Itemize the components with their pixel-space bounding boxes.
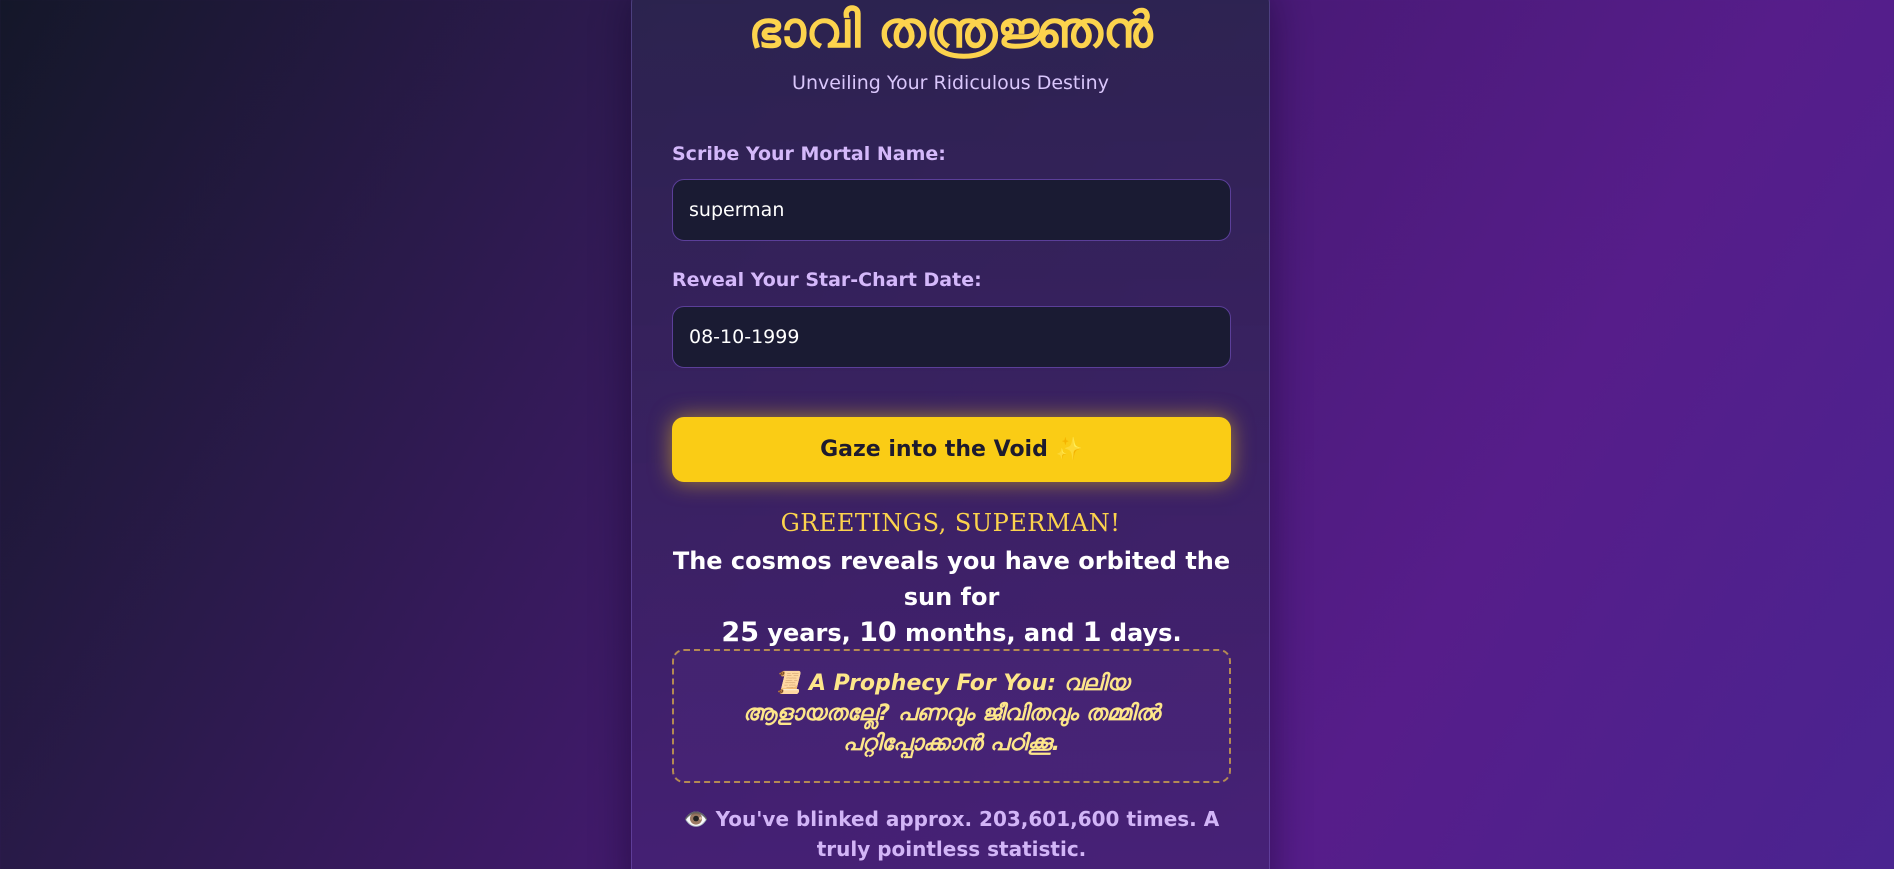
orbit-days-unit: days. <box>1109 619 1182 647</box>
eye-icon: 👁️ <box>683 807 709 831</box>
prophecy-label: A Prophecy For You: <box>808 671 1057 696</box>
name-input[interactable] <box>672 179 1231 241</box>
name-label: Scribe Your Mortal Name: <box>672 143 946 165</box>
orbit-summary: The cosmos reveals you have orbited the … <box>662 543 1241 651</box>
orbit-years: 25 <box>721 617 759 648</box>
orbit-days: 1 <box>1082 617 1102 648</box>
prophecy-box: 📜 A Prophecy For You: വലിയ ആളായതല്ലേ? പണ… <box>672 649 1231 783</box>
orbit-months-unit: months, and <box>905 619 1075 647</box>
gaze-button[interactable]: Gaze into the Void ✨ <box>672 417 1231 482</box>
fortune-card: ഭാവി തന്ത്രജ്ഞൻ Unveiling Your Ridiculou… <box>631 0 1270 869</box>
blink-statistic: 👁️ You've blinked approx. 203,601,600 ti… <box>672 804 1231 864</box>
page-subtitle: Unveiling Your Ridiculous Destiny <box>792 72 1109 94</box>
orbit-prefix: The cosmos reveals you have orbited the … <box>672 547 1231 611</box>
blink-text: You've blinked approx. 203,601,600 times… <box>715 807 1220 861</box>
orbit-months: 10 <box>859 617 897 648</box>
date-input[interactable] <box>672 306 1231 368</box>
greeting-text: GREETINGS, SUPERMAN! <box>780 509 1121 537</box>
date-label: Reveal Your Star-Chart Date: <box>672 269 982 291</box>
page-title: ഭാവി തന്ത്രജ്ഞൻ <box>748 1 1153 59</box>
scroll-icon: 📜 <box>773 671 802 696</box>
orbit-years-unit: years, <box>767 619 851 647</box>
